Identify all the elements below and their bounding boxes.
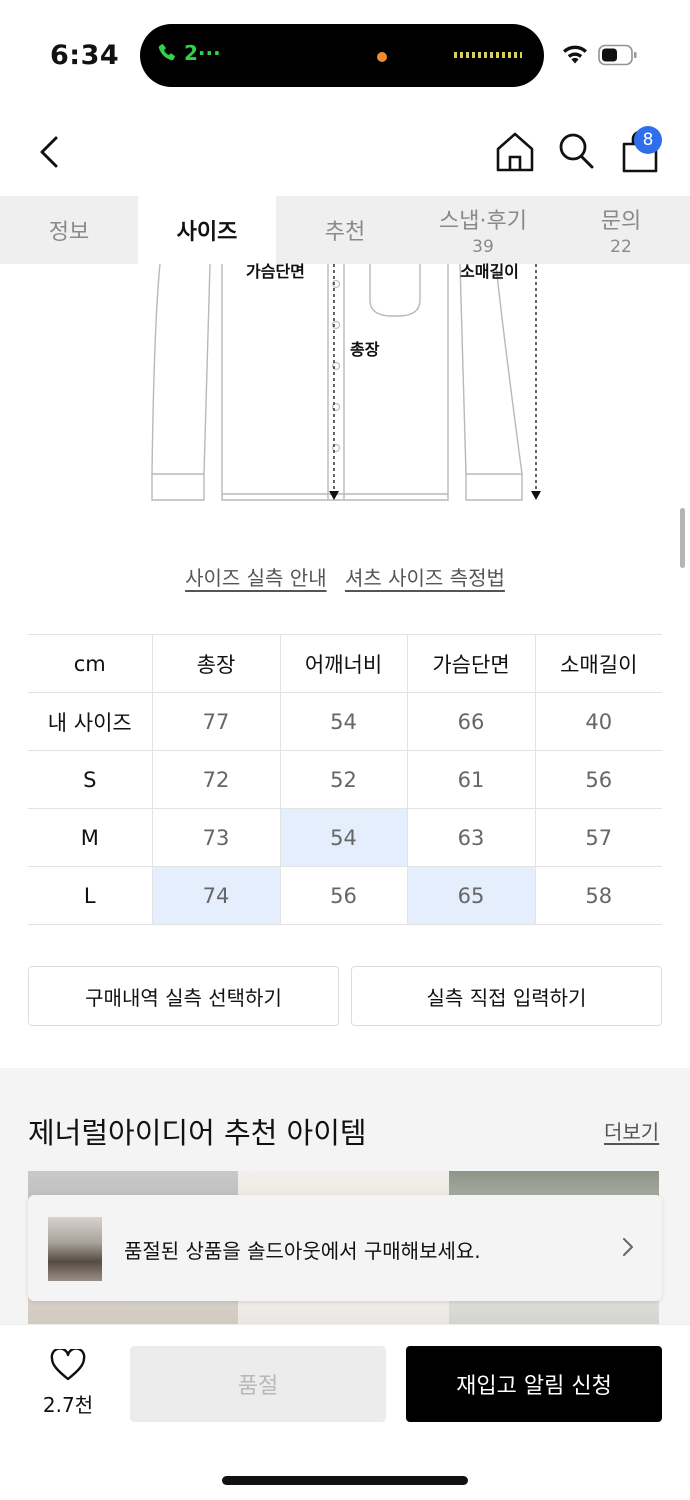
phone-icon <box>158 44 175 61</box>
soldout-button: 품절 <box>130 1346 386 1422</box>
tab-label: 추천 <box>324 220 366 245</box>
table-cell: 57 <box>534 808 662 867</box>
call-count: 2··· <box>184 41 221 65</box>
wifi-icon <box>563 45 587 64</box>
table-cell: 52 <box>279 750 407 809</box>
tab-info[interactable]: 정보 <box>0 196 138 264</box>
tab-label: 문의 <box>600 209 642 234</box>
table-cell-highlighted: 74 <box>151 866 280 925</box>
table-header: 소매길이 <box>534 634 662 693</box>
like-button[interactable]: 2.7천 <box>28 1349 108 1421</box>
table-row: S 72 52 61 56 <box>28 750 662 809</box>
tab-count: 39 <box>472 237 494 257</box>
size-table: cm 총장 어깨너비 가슴단면 소매길이 내 사이즈 77 54 66 40 S… <box>28 634 662 925</box>
banner-text: 품절된 상품을 솔드아웃에서 구매해보세요. <box>124 1239 481 1263</box>
table-header: 가슴단면 <box>406 634 535 693</box>
product-tabs: 정보 사이즈 추천 스냅·후기 39 문의 22 <box>0 196 690 264</box>
tab-recommend[interactable]: 추천 <box>276 196 414 264</box>
scrollbar[interactable] <box>680 508 685 568</box>
table-cell: 77 <box>151 692 280 751</box>
audio-wave <box>454 52 522 58</box>
status-bar: 6:34 2··· <box>0 0 690 110</box>
size-diagram: 가슴단면 총장 소매길이 <box>130 262 560 514</box>
tab-inquiry[interactable]: 문의 22 <box>552 196 690 264</box>
tab-size[interactable]: 사이즈 <box>138 196 276 264</box>
search-icon[interactable] <box>556 130 596 172</box>
table-row-label: L <box>28 866 152 925</box>
tab-label: 스냅·후기 <box>439 209 527 234</box>
total-length-label: 총장 <box>350 340 380 359</box>
top-navigation <box>0 110 690 196</box>
table-cell: 54 <box>279 692 407 751</box>
table-cell: 66 <box>406 692 535 751</box>
chest-width-label: 가슴단면 <box>246 262 305 281</box>
chevron-right-icon <box>623 1238 633 1256</box>
heart-icon <box>50 1349 86 1381</box>
home-icon[interactable] <box>494 130 536 174</box>
table-cell: 56 <box>279 866 407 925</box>
shirt-illustration <box>151 263 541 501</box>
recommendation-title: 제너럴아이디어 추천 아이템 <box>28 1116 367 1150</box>
table-cell: 61 <box>406 750 535 809</box>
banner-thumbnail <box>48 1217 102 1281</box>
table-cell: 56 <box>534 750 662 809</box>
table-cell: 58 <box>534 866 662 925</box>
table-header-row: cm 총장 어깨너비 가슴단면 소매길이 <box>28 634 662 693</box>
table-row: M 73 54 63 57 <box>28 808 662 867</box>
battery-icon <box>598 44 637 66</box>
tab-count: 22 <box>610 237 632 257</box>
table-row-label: M <box>28 808 152 867</box>
table-row-label: S <box>28 750 152 809</box>
table-cell-highlighted: 65 <box>406 866 535 925</box>
direct-input-button[interactable]: 실측 직접 입력하기 <box>351 966 662 1026</box>
shirt-measure-method-link[interactable]: 셔츠 사이즈 측정법 <box>345 566 505 590</box>
privacy-dot <box>377 52 387 62</box>
tab-label: 정보 <box>48 220 90 245</box>
size-measure-guide-link[interactable]: 사이즈 실측 안내 <box>185 566 327 590</box>
see-more-link[interactable]: 더보기 <box>604 1116 659 1145</box>
table-row: 내 사이즈 77 54 66 40 <box>28 692 662 751</box>
table-row-label: 내 사이즈 <box>28 692 152 751</box>
table-row: L 74 56 65 58 <box>28 866 662 925</box>
table-header: 총장 <box>151 634 280 693</box>
size-guide-links: 사이즈 실측 안내 셔츠 사이즈 측정법 <box>0 562 690 591</box>
table-cell: 73 <box>151 808 280 867</box>
table-header: cm <box>28 634 152 693</box>
cart-count-badge: 8 <box>634 126 662 154</box>
sleeve-length-label: 소매길이 <box>460 262 519 281</box>
soldout-promo-banner[interactable]: 품절된 상품을 솔드아웃에서 구매해보세요. <box>28 1195 662 1301</box>
status-time: 6:34 <box>50 40 120 71</box>
dynamic-island: 2··· <box>140 24 544 87</box>
bottom-action-bar: 2.7천 품절 재입고 알림 신청 <box>0 1324 690 1500</box>
table-cell: 63 <box>406 808 535 867</box>
tab-snap-review[interactable]: 스냅·후기 39 <box>414 196 552 264</box>
home-indicator <box>222 1476 468 1485</box>
table-cell-highlighted: 54 <box>279 808 407 867</box>
call-indicator: 2··· <box>156 41 221 65</box>
back-arrow-icon[interactable] <box>32 132 68 172</box>
like-count: 2.7천 <box>42 1393 94 1417</box>
tab-label: 사이즈 <box>176 220 238 245</box>
table-header: 어깨너비 <box>279 634 407 693</box>
restock-alert-button[interactable]: 재입고 알림 신청 <box>406 1346 662 1422</box>
table-cell: 72 <box>151 750 280 809</box>
table-cell: 40 <box>534 692 662 751</box>
select-purchase-history-button[interactable]: 구매내역 실측 선택하기 <box>28 966 339 1026</box>
